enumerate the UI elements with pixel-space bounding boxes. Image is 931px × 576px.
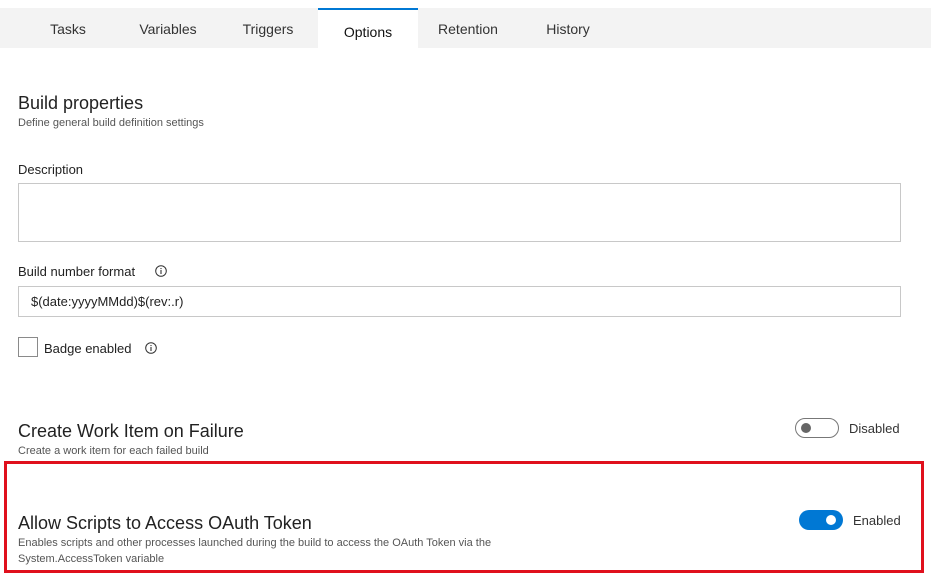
tab-retention[interactable]: Retention bbox=[418, 8, 518, 48]
build-properties-subtitle: Define general build definition settings bbox=[18, 117, 204, 129]
work-item-failure-toggle[interactable] bbox=[795, 418, 839, 438]
build-number-format-input[interactable]: $(date:yyyyMMdd)$(rev:.r) bbox=[18, 286, 901, 317]
work-item-failure-title: Create Work Item on Failure bbox=[18, 421, 244, 441]
tab-tasks[interactable]: Tasks bbox=[18, 8, 118, 48]
tab-options[interactable]: Options bbox=[318, 8, 418, 48]
tab-history[interactable]: History bbox=[518, 8, 618, 48]
work-item-failure-subtitle: Create a work item for each failed build bbox=[18, 445, 209, 457]
info-circle-icon[interactable] bbox=[145, 342, 157, 354]
tab-triggers[interactable]: Triggers bbox=[218, 8, 318, 48]
badge-enabled-checkbox[interactable] bbox=[18, 337, 38, 357]
toggle-knob bbox=[801, 423, 811, 433]
build-properties-title: Build properties bbox=[18, 93, 144, 113]
description-textarea[interactable] bbox=[18, 183, 901, 242]
tab-variables[interactable]: Variables bbox=[118, 8, 218, 48]
build-options-page: Tasks Variables Triggers Options Retenti… bbox=[0, 0, 931, 576]
tab-bar: Tasks Variables Triggers Options Retenti… bbox=[0, 8, 931, 48]
badge-enabled-label: Badge enabled bbox=[44, 341, 132, 356]
info-circle-icon[interactable] bbox=[155, 265, 167, 277]
oauth-token-subtitle-line2: System.AccessToken variable bbox=[18, 553, 165, 565]
work-item-failure-toggle-label: Disabled bbox=[849, 421, 900, 436]
oauth-token-toggle[interactable] bbox=[799, 510, 843, 530]
oauth-token-title: Allow Scripts to Access OAuth Token bbox=[18, 513, 312, 533]
oauth-token-toggle-label: Enabled bbox=[853, 513, 901, 528]
toggle-knob bbox=[826, 515, 836, 525]
description-label: Description bbox=[18, 162, 84, 177]
build-number-format-label: Build number format bbox=[18, 264, 136, 279]
oauth-token-subtitle-line1: Enables scripts and other processes laun… bbox=[18, 537, 492, 549]
